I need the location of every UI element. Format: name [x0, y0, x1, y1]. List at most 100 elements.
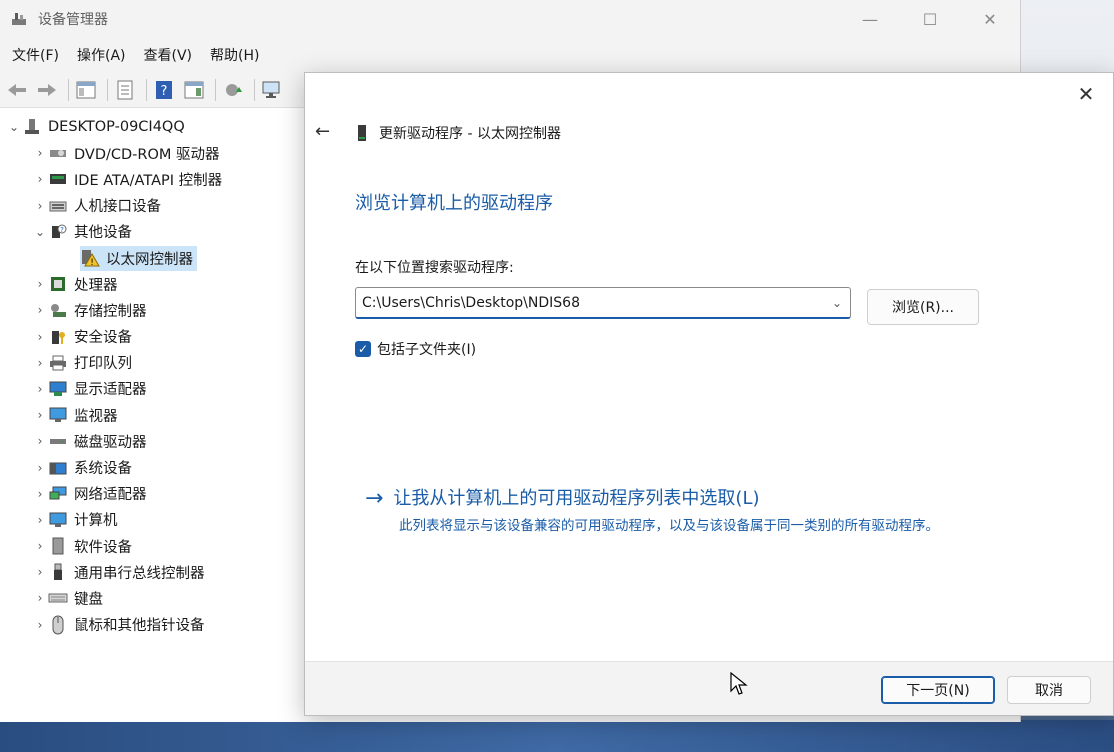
pick-from-list-title[interactable]: 让我从计算机上的可用驱动程序列表中选取(L) [393, 487, 759, 511]
disk-drive-icon [48, 432, 68, 450]
chevron-down-icon[interactable]: ⌄ [6, 120, 22, 134]
tree-item-security-device[interactable]: › 安全设备 [0, 324, 304, 350]
menu-action[interactable]: 操作(A) [69, 45, 134, 65]
chevron-right-icon[interactable]: › [32, 461, 48, 475]
forward-arrow-icon[interactable] [34, 77, 60, 103]
minimize-button[interactable]: — [840, 0, 900, 38]
maximize-button[interactable]: ☐ [900, 0, 960, 38]
security-device-icon [48, 328, 68, 346]
mouse-cursor-icon [730, 671, 748, 700]
action-pane-icon[interactable] [181, 77, 207, 103]
chevron-right-icon[interactable]: › [32, 146, 48, 160]
computer-icon [22, 118, 42, 136]
tree-item-print-queue[interactable]: › 打印队列 [0, 350, 304, 376]
chevron-right-icon[interactable]: › [32, 565, 48, 579]
back-arrow-icon[interactable]: ← [315, 121, 330, 142]
device-manager-icon [10, 10, 28, 28]
titlebar: 设备管理器 — ☐ ✕ [0, 0, 1020, 38]
menubar: 文件(F) 操作(A) 查看(V) 帮助(H) [0, 38, 1020, 72]
network-adapter-icon [48, 485, 68, 503]
tree-root[interactable]: ⌄ DESKTOP-09CI4QQ [0, 114, 304, 140]
other-devices-icon: ? [48, 223, 68, 241]
cancel-button[interactable]: 取消 [1007, 676, 1091, 704]
tree-item-ethernet-label: 以太网控制器 [106, 251, 193, 268]
tree-item-hid[interactable]: › 人机接口设备 [0, 193, 304, 219]
toolbar-separator [68, 78, 69, 101]
driver-path-input[interactable]: C:\Users\Chris\Desktop\NDIS68 [362, 295, 824, 311]
chevron-right-icon[interactable]: › [32, 408, 48, 422]
system-device-icon [48, 459, 68, 477]
chevron-right-icon[interactable]: › [32, 172, 48, 186]
chevron-right-icon[interactable]: › [32, 487, 48, 501]
keyboard-icon [48, 589, 68, 607]
ide-controller-icon [48, 170, 68, 188]
close-button[interactable]: ✕ [960, 0, 1020, 38]
chevron-right-icon[interactable]: › [32, 199, 48, 213]
tree-item-computer[interactable]: › 计算机 [0, 507, 304, 533]
include-subfolders-row[interactable]: ✓ 包括子文件夹(I) [355, 339, 476, 359]
tree-item-other-devices[interactable]: ⌄ ? 其他设备 [0, 219, 304, 245]
tree-item-dvd-cdrom[interactable]: › DVD/CD-ROM 驱动器 [0, 140, 304, 166]
tree-item-ide-controller[interactable]: › IDE ATA/ATAPI 控制器 [0, 166, 304, 192]
chevron-down-icon[interactable]: ⌄ [32, 225, 48, 239]
menu-view[interactable]: 查看(V) [136, 45, 201, 65]
chevron-right-icon[interactable]: › [32, 356, 48, 370]
tree-item-processor[interactable]: › 处理器 [0, 271, 304, 297]
taskbar [0, 720, 1114, 752]
tree-item-monitor[interactable]: › 监视器 [0, 402, 304, 428]
include-subfolders-checkbox[interactable]: ✓ [355, 341, 371, 357]
tree-item-software-device[interactable]: › 软件设备 [0, 533, 304, 559]
usb-icon [48, 563, 68, 581]
tree-item-system-device[interactable]: › 系统设备 [0, 454, 304, 480]
pick-from-list-link[interactable]: → 让我从计算机上的可用驱动程序列表中选取(L) [365, 487, 760, 511]
update-driver-dialog: ✕ ← 更新驱动程序 - 以太网控制器 浏览计算机上的驱动程序 在以下位置搜索驱… [304, 72, 1114, 716]
scan-hardware-icon[interactable] [259, 77, 285, 103]
chevron-right-icon[interactable]: › [32, 277, 48, 291]
toolbar-separator [215, 78, 216, 101]
chevron-right-icon[interactable]: › [32, 591, 48, 605]
next-button[interactable]: 下一页(N) [881, 676, 995, 704]
tree-item-disk-drive[interactable]: › 磁盘驱动器 [0, 428, 304, 454]
help-icon[interactable]: ? [151, 77, 177, 103]
chevron-right-icon[interactable]: › [32, 513, 48, 527]
storage-controller-icon [48, 301, 68, 319]
tree-item-keyboard[interactable]: › 键盘 [0, 585, 304, 611]
arrow-right-icon: → [365, 486, 384, 511]
chevron-right-icon[interactable]: › [32, 330, 48, 344]
dialog-heading: 浏览计算机上的驱动程序 [355, 193, 553, 214]
tree-item-usb-controller[interactable]: › 通用串行总线控制器 [0, 559, 304, 585]
tree-item-display-adapter[interactable]: › 显示适配器 [0, 376, 304, 402]
close-icon[interactable]: ✕ [1073, 81, 1099, 107]
chevron-right-icon[interactable]: › [32, 303, 48, 317]
chevron-right-icon[interactable]: › [32, 618, 48, 632]
chevron-down-icon[interactable]: ⌄ [824, 296, 850, 310]
properties-icon[interactable] [112, 77, 138, 103]
dialog-header: 更新驱动程序 - 以太网控制器 [357, 123, 561, 143]
dialog-footer: 下一页(N) 取消 [305, 661, 1113, 715]
software-device-icon [48, 537, 68, 555]
menu-help[interactable]: 帮助(H) [202, 45, 267, 65]
toolbar-separator [107, 78, 108, 101]
search-location-label: 在以下位置搜索驱动程序: [355, 260, 514, 276]
browse-button[interactable]: 浏览(R)... [867, 289, 979, 325]
show-hide-console-tree-icon[interactable] [73, 77, 99, 103]
svg-text:?: ? [161, 84, 168, 99]
tree-item-network-adapter[interactable]: › 网络适配器 [0, 481, 304, 507]
tree-item-ethernet-controller[interactable]: ! 以太网控制器 [0, 245, 304, 271]
chevron-right-icon[interactable]: › [32, 434, 48, 448]
tree-item-storage-controller[interactable]: › 存储控制器 [0, 297, 304, 323]
include-subfolders-label: 包括子文件夹(I) [377, 342, 477, 358]
device-icon [357, 124, 367, 142]
chevron-right-icon[interactable]: › [32, 539, 48, 553]
printer-icon [48, 354, 68, 372]
tree-item-mouse[interactable]: › 鼠标和其他指针设备 [0, 612, 304, 638]
back-arrow-icon[interactable] [4, 77, 30, 103]
warning-device-icon: ! [80, 249, 100, 268]
menu-file[interactable]: 文件(F) [4, 45, 67, 65]
window-title: 设备管理器 [38, 12, 108, 28]
chevron-right-icon[interactable]: › [32, 382, 48, 396]
update-driver-icon[interactable] [220, 77, 246, 103]
driver-path-combobox[interactable]: C:\Users\Chris\Desktop\NDIS68 ⌄ [355, 287, 851, 319]
dvd-drive-icon [48, 144, 68, 162]
svg-text:?: ? [60, 226, 64, 234]
